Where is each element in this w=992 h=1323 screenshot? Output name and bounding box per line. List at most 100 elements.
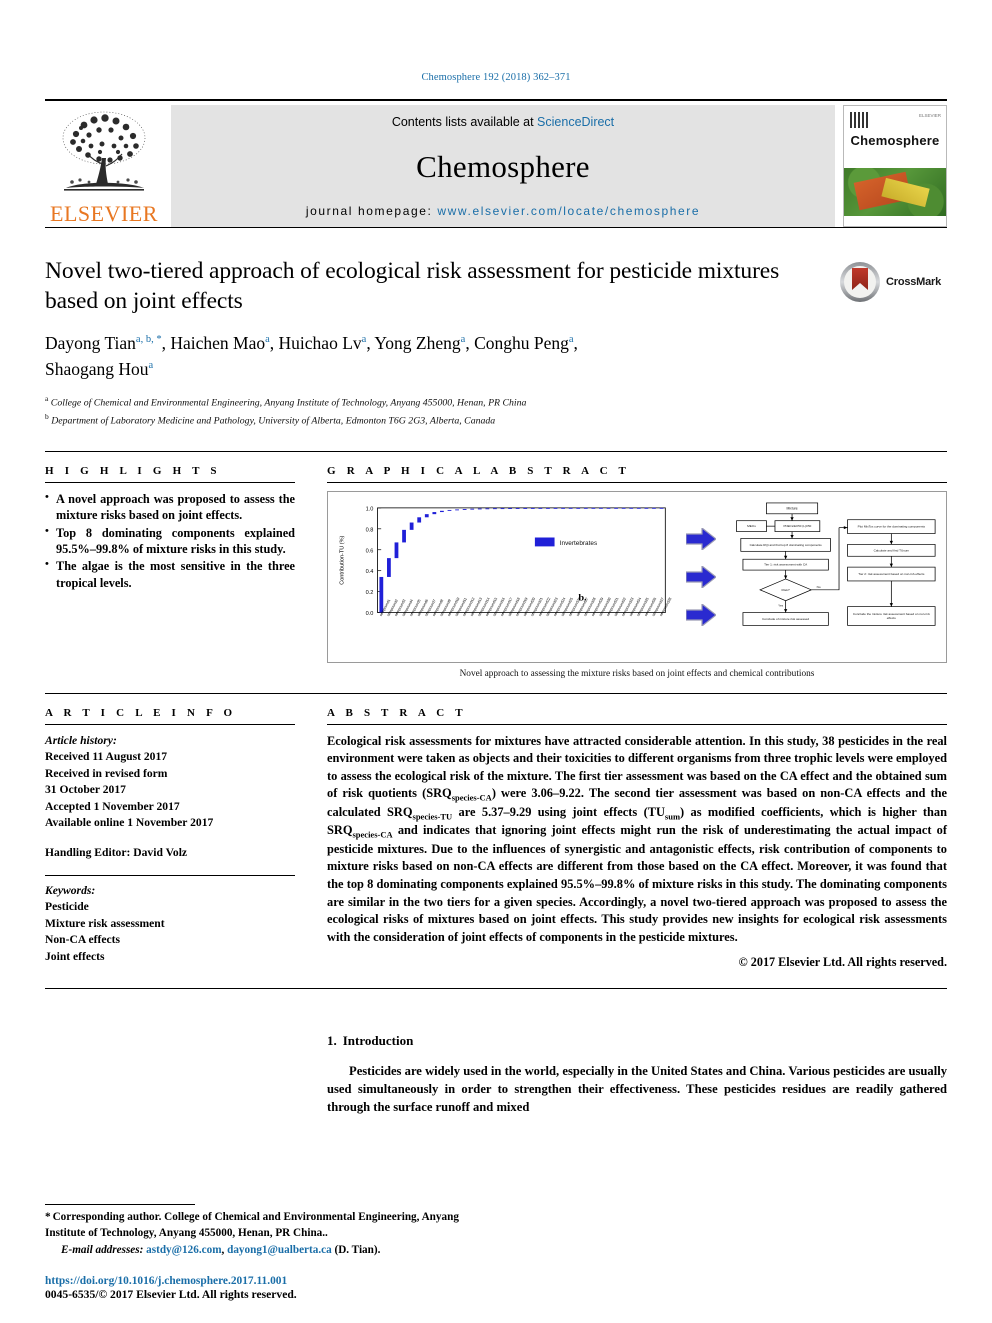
handling-editor: Handling Editor: David Volz [45, 845, 188, 859]
highlights-rule [45, 481, 295, 483]
abstract-sub-3: sum [664, 811, 681, 822]
introduction-title: Introduction [342, 1033, 414, 1049]
svg-text:Yes: Yes [779, 604, 785, 608]
svg-text:0.8: 0.8 [366, 527, 374, 533]
crossmark-label: CrossMark [886, 276, 942, 288]
keyword-item: Mixture risk assessment [45, 916, 165, 930]
author-list: Dayong Tiana, b, *, Haichen Maoa, Huicha… [45, 333, 578, 379]
abstract-part-3: are 5.37–9.29 using joint effects (TU [452, 804, 665, 819]
svg-text:Tier 2: risk assessment based: Tier 2: risk assessment based on non-CA … [859, 572, 926, 576]
abstract-rule [327, 723, 947, 725]
contents-available-line: Contents lists available at ScienceDirec… [392, 115, 614, 129]
svg-text:Calculate RQi and find top 8 d: Calculate RQi and find top 8 dominating … [750, 543, 823, 547]
abstract-section: A B S T R A C T Ecological risk assessme… [327, 707, 947, 970]
introduction-heading: 1. Introduction [327, 1033, 947, 1049]
svg-text:0.2: 0.2 [366, 590, 374, 596]
svg-text:0.6: 0.6 [366, 548, 374, 554]
journal-masthead: ELSEVIER Contents lists available at Sci… [45, 99, 947, 228]
doi-link[interactable]: https://doi.org/10.1016/j.chemosphere.20… [45, 1275, 545, 1287]
article-info-and-abstract: A R T I C L E I N F O Article history: R… [45, 707, 947, 970]
svg-text:No: No [817, 585, 821, 589]
assessment-flowchart: Mixture MECs PNECs/EC50 (L)C50 Calculate RQ… [728, 498, 942, 656]
author-4: Yong Zhenga [374, 333, 466, 354]
svg-text:effects: effects [887, 616, 897, 620]
masthead-top-rule [45, 99, 947, 101]
elsevier-tree-icon [62, 111, 146, 191]
article-info-rule [45, 723, 295, 725]
highlights-heading: H I G H L I G H T S [45, 464, 221, 477]
email-label: E-mail addresses: [61, 1244, 144, 1257]
crossmark-badge[interactable]: CrossMark [839, 260, 947, 304]
email-link-1[interactable]: astdy@126.com [146, 1244, 221, 1256]
corresponding-star: * [45, 1210, 51, 1223]
running-head: Chemosphere 192 (2018) 362–371 [421, 72, 571, 83]
affiliation-a: a College of Chemical and Environmental … [45, 393, 947, 411]
paper-page: Chemosphere 192 (2018) 362–371 ELSEVIER … [0, 0, 992, 1323]
keyword-item: Non-CA effects [45, 933, 121, 947]
svg-text:PNECs/EC50 (L)C50: PNECs/EC50 (L)C50 [784, 524, 812, 528]
divider-above-highlights [45, 450, 947, 452]
masthead-bottom-rule [45, 227, 947, 228]
abstract-sub-1: species-CA [451, 792, 492, 803]
sciencedirect-link[interactable]: ScienceDirect [537, 115, 614, 129]
svg-text:Invertebrates: Invertebrates [560, 540, 597, 547]
list-item: Top 8 dominating components explained 95… [45, 524, 295, 558]
affiliation-b: b Department of Laboratory Medicine and … [45, 411, 947, 429]
history-revised-date: 31 October 2017 [45, 783, 126, 797]
affiliation-a-marker: a [45, 393, 49, 403]
author-1: Dayong Tiana, b, * [45, 333, 162, 354]
author-6-affil-marker: a [148, 359, 154, 371]
graphical-abstract-heading: G R A P H I C A L A B S T R A C T [327, 464, 631, 477]
email-link-2[interactable]: dayong1@ualberta.ca [227, 1244, 332, 1256]
elsevier-logo: ELSEVIER [45, 105, 163, 227]
svg-text:Contribution-TU (%): Contribution-TU (%) [339, 535, 345, 584]
arrow-right-icon [685, 526, 718, 552]
svg-text:0.0: 0.0 [366, 611, 374, 617]
author-2: Haichen Maoa [170, 333, 270, 354]
body-left-column [45, 1033, 295, 1116]
keywords-rule [45, 874, 295, 876]
graphical-abstract-caption: Novel approach to assessing the mixture … [459, 668, 815, 679]
list-item: A novel approach was proposed to assess … [45, 490, 295, 524]
author-6: Shaogang Houa [45, 358, 154, 379]
issn-copyright: 0045-6535/© 2017 Elsevier Ltd. All right… [45, 1288, 297, 1301]
arrow-right-icon [685, 564, 718, 590]
body-columns: 1. Introduction Pesticides are widely use… [45, 1033, 947, 1116]
email-suffix: (D. Tian). [331, 1244, 381, 1257]
graphical-abstract-figure: 0.0 0.2 0.4 0.6 0.8 1.0 Contribution-TU (%) com… [327, 490, 947, 663]
divider-above-article-info [45, 692, 947, 694]
svg-text:MECs: MECs [748, 524, 757, 528]
keywords-block: Keywords: Pesticide Mixture risk assessm… [45, 883, 295, 965]
svg-text:Mixture: Mixture [787, 506, 798, 510]
cover-journal-title: Chemosphere [850, 133, 940, 148]
svg-text:1.0: 1.0 [366, 506, 374, 512]
graphical-abstract-section: G R A P H I C A L A B S T R A C T 0.0 0.2… [327, 465, 947, 679]
flow-arrows [674, 498, 729, 656]
contents-prefix: Contents lists available at [391, 115, 538, 129]
history-available-online: Available online 1 November 2017 [45, 816, 214, 830]
keywords-label: Keywords: [45, 883, 96, 897]
affiliation-b-text: Department of Laboratory Medicine and Pa… [51, 415, 496, 427]
highlights-list: A novel approach was proposed to assess … [45, 490, 295, 591]
crossmark-icon [839, 261, 881, 303]
homepage-url-link[interactable]: www.elsevier.com/locate/chemosphere [437, 204, 700, 218]
affiliation-a-text: College of Chemical and Environmental En… [50, 397, 527, 409]
email-line: E-mail addresses: astdy@126.com, dayong1… [45, 1243, 495, 1259]
cover-top-band: ELSEVIER Chemosphere [844, 106, 946, 169]
corresponding-text: Corresponding author. College of Chemica… [45, 1210, 459, 1239]
affiliations: a College of Chemical and Environmental … [45, 393, 947, 429]
article-history-block: Article history: Received 11 August 2017… [45, 733, 295, 861]
abstract-sub-2: species-TU [412, 811, 453, 822]
introduction-number: 1. [327, 1033, 337, 1049]
journal-homepage-line: journal homepage: www.elsevier.com/locat… [306, 204, 700, 218]
abstract-copyright: © 2017 Elsevier Ltd. All rights reserved… [738, 955, 947, 970]
footnote-text: * Corresponding author. College of Chemic… [45, 1210, 495, 1259]
history-revised-label: Received in revised form [45, 766, 168, 780]
introduction-section: 1. Introduction Pesticides are widely use… [327, 1033, 947, 1116]
introduction-paragraph: Pesticides are widely used in the world,… [327, 1064, 947, 1115]
cover-artwork [844, 168, 946, 217]
article-info-section: A R T I C L E I N F O Article history: R… [45, 707, 295, 970]
page-title: Novel two-tiered approach of ecological … [45, 258, 780, 315]
author-3: Huichao Lva [278, 333, 367, 354]
barcode-icon [850, 112, 870, 128]
